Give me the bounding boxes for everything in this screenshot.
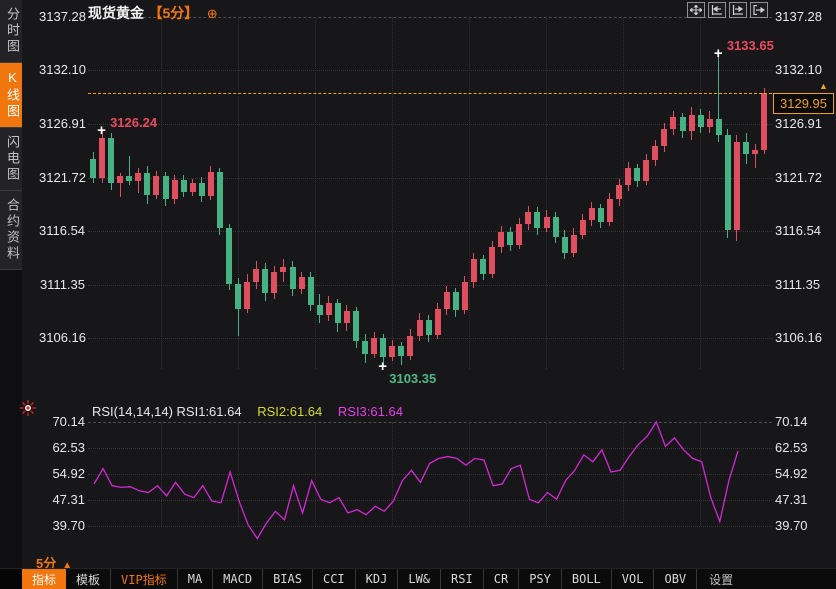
add-compare-icon[interactable]: ⊕ xyxy=(207,6,218,21)
indicator-tab-OBV[interactable]: OBV xyxy=(654,569,698,589)
indicator-tab-LW&[interactable]: LW& xyxy=(398,569,442,589)
indicator-tab-CR[interactable]: CR xyxy=(484,569,520,589)
indicator-tab-指标[interactable]: 指标 xyxy=(22,569,67,589)
sidebar-tab-闪电图[interactable]: 闪电图 xyxy=(0,128,22,191)
crosshair-target-icon[interactable] xyxy=(20,400,36,416)
rsi-line-chart xyxy=(93,420,739,540)
collapse-right-icon[interactable] xyxy=(750,2,768,18)
chart-toolbar xyxy=(687,2,768,18)
sidebar-tab-分时图[interactable]: 分时图 xyxy=(0,0,22,63)
indicator-tab-VIP指标[interactable]: VIP指标 xyxy=(111,569,178,589)
price-marker-label: 3126.24 xyxy=(110,114,158,130)
price-marker-label: 3133.65 xyxy=(726,38,774,54)
pan-move-icon[interactable] xyxy=(687,2,705,18)
chart-type-sidebar: 分时图 K线图 闪电图 合约资料 xyxy=(0,0,22,589)
indicator-tab-BIAS[interactable]: BIAS xyxy=(263,569,313,589)
sidebar-tab-合约资料[interactable]: 合约资料 xyxy=(0,191,22,270)
current-price-tag[interactable]: 3129.95 xyxy=(773,93,834,114)
indicator-tab-KDJ[interactable]: KDJ xyxy=(356,569,399,589)
indicator-tab-设置[interactable]: 设置 xyxy=(699,569,743,589)
footer-corner xyxy=(0,569,22,589)
rsi3-value: RSI3:61.64 xyxy=(337,404,403,419)
symbol-name: 现货黄金 xyxy=(88,5,144,21)
current-price-line xyxy=(88,93,772,94)
indicator-tab-RSI[interactable]: RSI xyxy=(441,569,484,589)
indicator-tab-MA[interactable]: MA xyxy=(178,569,214,589)
trading-app-window: 分时图 K线图 闪电图 合约资料 现货黄金 【5分】 ⊕ 3137.28 313… xyxy=(0,0,836,589)
indicator-tab-模板[interactable]: 模板 xyxy=(66,569,112,589)
indicator-tab-BOLL[interactable]: BOLL xyxy=(562,569,612,589)
indicator-tab-bar: 指标 模板 VIP指标 MA MACD BIAS CCI KDJ LW& RSI CR PSY BOLL… xyxy=(0,568,836,589)
snap-right-icon[interactable] xyxy=(729,2,747,18)
price-marker-label: 3103.35 xyxy=(389,371,437,387)
rsi-indicator-readout: RSI(14,14,14) RSI1:61.64 RSI2:61.64 RSI3… xyxy=(92,404,403,419)
rsi2-value: RSI2:61.64 xyxy=(257,404,323,419)
price-marker-cross: + xyxy=(713,45,723,63)
indicator-tab-PSY[interactable]: PSY xyxy=(519,569,562,589)
indicator-tab-MACD[interactable]: MACD xyxy=(213,569,264,589)
price-marker-cross: + xyxy=(97,121,106,139)
indicator-tab-CCI[interactable]: CCI xyxy=(313,569,356,589)
indicator-tab-VOL[interactable]: VOL xyxy=(612,569,655,589)
rsi1-value: RSI(14,14,14) RSI1:61.64 xyxy=(92,404,242,419)
price-alert-arrow-icon: ▲ xyxy=(819,81,828,91)
period-tag: 【5分】 xyxy=(148,5,199,21)
chart-title: 现货黄金 【5分】 ⊕ xyxy=(88,3,218,21)
snap-left-icon[interactable] xyxy=(708,2,726,18)
sidebar-tab-K线图[interactable]: K线图 xyxy=(0,63,22,128)
price-marker-cross: + xyxy=(378,358,387,376)
